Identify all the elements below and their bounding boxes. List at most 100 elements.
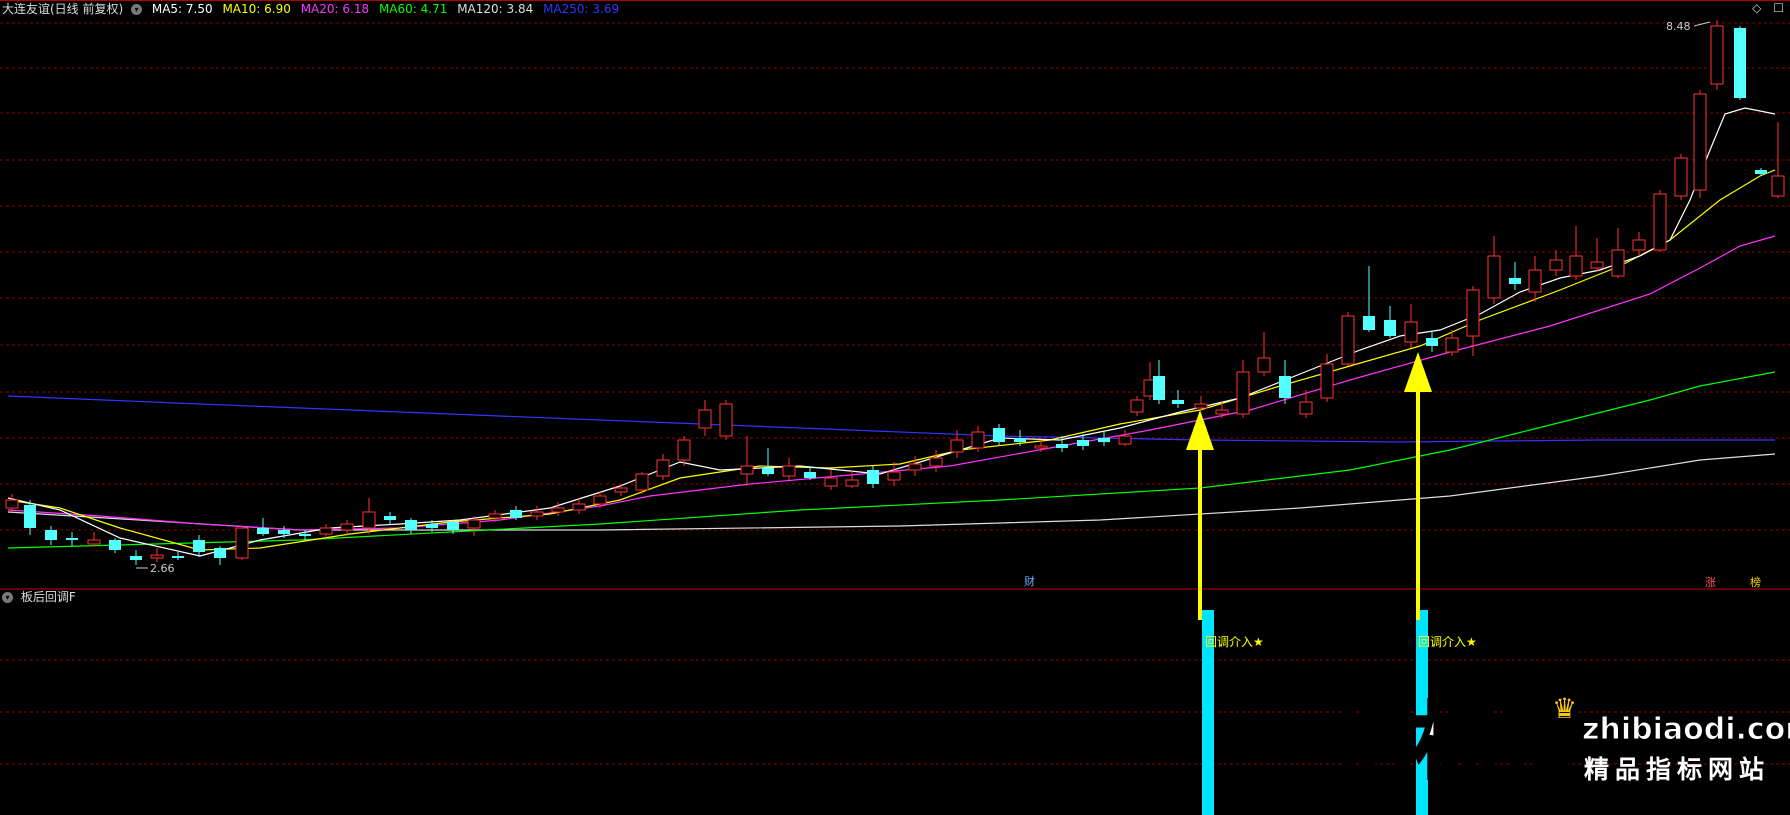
dragon-tiger-marker: 榜	[1750, 575, 1761, 589]
candle-body-up	[1130, 399, 1144, 413]
chart-header: 大连友谊(日线 前复权) ▾ MA5: 7.50 MA10: 6.90 MA20…	[2, 1, 625, 17]
candle-body-up	[1693, 93, 1707, 191]
chevron-down-icon[interactable]: ▾	[2, 592, 13, 603]
candle-body-up	[1194, 403, 1208, 409]
candle-body-down	[66, 538, 78, 540]
candle-body-down	[257, 528, 269, 534]
candle-body-up	[1236, 371, 1250, 415]
ma10-label: MA10: 6.90	[222, 2, 291, 16]
watermark-url: zhibiaodi.com	[1582, 712, 1790, 748]
candle-body-up	[1299, 401, 1313, 415]
candle-body-down	[1384, 320, 1396, 336]
signal-label-1: 回调介入★	[1205, 635, 1264, 649]
candle-body-down	[130, 556, 142, 560]
candle-body-down	[1509, 278, 1521, 284]
candle-body-down	[45, 530, 57, 540]
candle-body-up	[1528, 269, 1542, 293]
candle-body-up	[5, 499, 19, 509]
candle-body-up	[1569, 255, 1583, 277]
candlesticks	[5, 20, 1785, 565]
candle-body-up	[845, 479, 859, 487]
candle-body-up	[572, 503, 586, 511]
watermark-logo-text: 指标帝	[1328, 695, 1583, 790]
candle-body-down	[1279, 376, 1291, 398]
ma250-label: MA250: 3.69	[543, 2, 620, 16]
candle-body-up	[677, 439, 691, 461]
candle-body-down	[1363, 316, 1375, 330]
candle-body-down	[24, 505, 36, 528]
candle-body-up	[530, 511, 544, 517]
candle-body-up	[1487, 255, 1501, 299]
signal-label-2: 回调介入★	[1418, 635, 1477, 649]
grid-lines	[0, 0, 1790, 765]
candle-body-down	[384, 516, 396, 520]
candle-body-down	[1077, 440, 1089, 446]
window-icon[interactable]: ☐	[1773, 1, 1784, 15]
watermark: 指标帝 ♛ zhibiaodi.com 精品指标网站	[1328, 692, 1790, 790]
candle-body-down	[1172, 400, 1184, 404]
candle-body-down	[172, 556, 184, 558]
candle-body-up	[1118, 435, 1132, 445]
ma60-label: MA60: 4.71	[378, 2, 448, 16]
diamond-icon[interactable]: ◇	[1752, 1, 1761, 15]
candle-body-up	[1710, 25, 1724, 85]
top-right-controls: ◇ ☐	[1752, 1, 1784, 15]
candle-body-up	[1653, 193, 1667, 251]
candle-body-up	[740, 465, 754, 475]
chevron-down-icon[interactable]: ▾	[131, 4, 143, 15]
candle-body-up	[950, 439, 964, 453]
candle-body-up	[1404, 321, 1418, 343]
candle-body-up	[1632, 239, 1646, 251]
candle-body-down	[193, 540, 205, 552]
candle-body-up	[635, 473, 649, 491]
candle-body-up	[824, 477, 838, 487]
candle-body-up	[1034, 445, 1048, 449]
candle-body-up	[1771, 175, 1785, 197]
candle-body-up	[971, 431, 985, 449]
candle-body-up	[235, 527, 249, 559]
ma5-line	[7, 107, 1776, 557]
candle-body-down	[510, 510, 522, 518]
candle-body-up	[1257, 357, 1271, 373]
candle-body-up	[908, 463, 922, 471]
candle-body-up	[1549, 259, 1563, 271]
candle-body-up	[87, 539, 101, 545]
candle-body-up	[1466, 289, 1480, 337]
candle-body-down	[804, 472, 816, 478]
candle-body-up	[719, 403, 733, 437]
limit-up-marker: 涨	[1705, 576, 1716, 589]
candle-body-down	[1426, 338, 1438, 346]
candle-body-up	[340, 523, 354, 531]
candle-body-down	[447, 522, 459, 530]
candle-body-up	[782, 465, 796, 477]
candle-body-down	[214, 548, 226, 558]
candle-body-down	[867, 470, 879, 484]
low-price-label: 2.66	[150, 562, 175, 575]
candle-body-down	[278, 530, 290, 534]
kline-chart[interactable]: 8.48 2.66 财 涨 榜 回调介入★ 回调介入★	[0, 0, 1790, 815]
candle-body-up	[1590, 261, 1604, 269]
ma10-line	[7, 169, 1776, 551]
candle-body-down	[993, 428, 1005, 442]
candle-body-up	[698, 409, 712, 429]
crown-icon: ♛	[1552, 692, 1578, 725]
candle-body-down	[109, 540, 121, 550]
candle-body-up	[319, 527, 333, 535]
ma60-line	[7, 371, 1776, 549]
candle-body-up	[551, 507, 565, 513]
candle-body-down	[1056, 444, 1068, 448]
candle-body-up	[362, 511, 376, 529]
candle-body-up	[488, 513, 502, 519]
high-price-label: 8.48	[1666, 20, 1691, 33]
candle-body-down	[426, 524, 438, 528]
watermark-slogan: 精品指标网站	[1584, 755, 1771, 784]
candle-body-down	[1153, 376, 1165, 400]
candle-body-up	[593, 495, 607, 505]
finance-marker: 财	[1024, 574, 1035, 588]
moving-average-lines	[7, 107, 1776, 557]
candle-body-up	[656, 459, 670, 477]
ma20-label: MA20: 6.18	[300, 2, 370, 16]
candle-body-up	[1445, 337, 1459, 353]
candle-body-up	[1215, 409, 1229, 415]
candle-body-up	[467, 519, 481, 529]
